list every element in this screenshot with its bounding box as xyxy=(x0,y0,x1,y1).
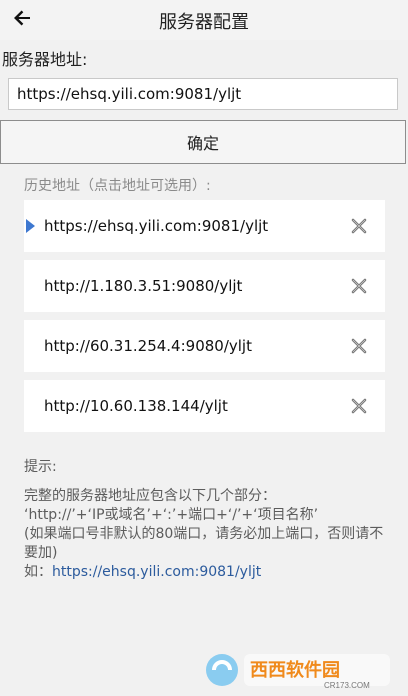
history-item[interactable]: http://1.180.3.51:9080/yljt xyxy=(24,260,385,312)
history-title: 历史地址（点击地址可选用）: xyxy=(24,178,211,194)
selected-triangle-icon xyxy=(26,219,35,233)
delete-x-icon[interactable] xyxy=(351,398,367,414)
history-url: http://1.180.3.51:9080/yljt xyxy=(44,277,243,295)
watermark-brand: 西西软件园 xyxy=(250,659,340,680)
history-list: https://ehsq.yili.com:9081/yljt http://1… xyxy=(24,200,385,440)
server-address-input[interactable] xyxy=(8,78,398,110)
history-item[interactable]: https://ehsq.yili.com:9081/yljt xyxy=(24,200,385,252)
tips-line-1: 完整的服务器地址应包含以下几个部分： xyxy=(24,488,276,504)
watermark-site: CR173.COM xyxy=(324,681,370,690)
history-url: http://10.60.138.144/yljt xyxy=(44,397,228,415)
history-url: https://ehsq.yili.com:9081/yljt xyxy=(44,217,269,235)
server-address-label: 服务器地址: xyxy=(2,50,88,69)
history-item[interactable]: http://10.60.138.144/yljt xyxy=(24,380,385,432)
delete-x-icon[interactable] xyxy=(351,278,367,294)
history-item[interactable]: http://60.31.254.4:9080/yljt xyxy=(24,320,385,372)
tips-example: 如：https://ehsq.yili.com:9081/yljt xyxy=(24,563,394,582)
delete-x-icon[interactable] xyxy=(351,338,367,354)
tips-line-3: (如果端口号非默认的80端口，请务必加上端口，否则请不要加) xyxy=(24,526,384,561)
tips-example-prefix: 如： xyxy=(24,564,52,580)
header-bar: 服务器配置 xyxy=(0,0,408,40)
confirm-button[interactable]: 确定 xyxy=(0,120,406,164)
watermark-logo: 西西软件园 CR173.COM xyxy=(206,654,390,690)
tips-example-url: https://ehsq.yili.com:9081/yljt xyxy=(52,564,262,580)
tips-section: 提示: 完整的服务器地址应包含以下几个部分： ‘http://’+‘IP或域名’… xyxy=(24,458,394,582)
delete-x-icon[interactable] xyxy=(351,218,367,234)
history-url: http://60.31.254.4:9080/yljt xyxy=(44,337,252,355)
tips-line-2: ‘http://’+‘IP或域名’+‘:’+端口+‘/’+‘项目名称’ xyxy=(24,507,319,523)
page-title: 服务器配置 xyxy=(159,12,249,33)
tips-label: 提示: xyxy=(24,459,57,475)
